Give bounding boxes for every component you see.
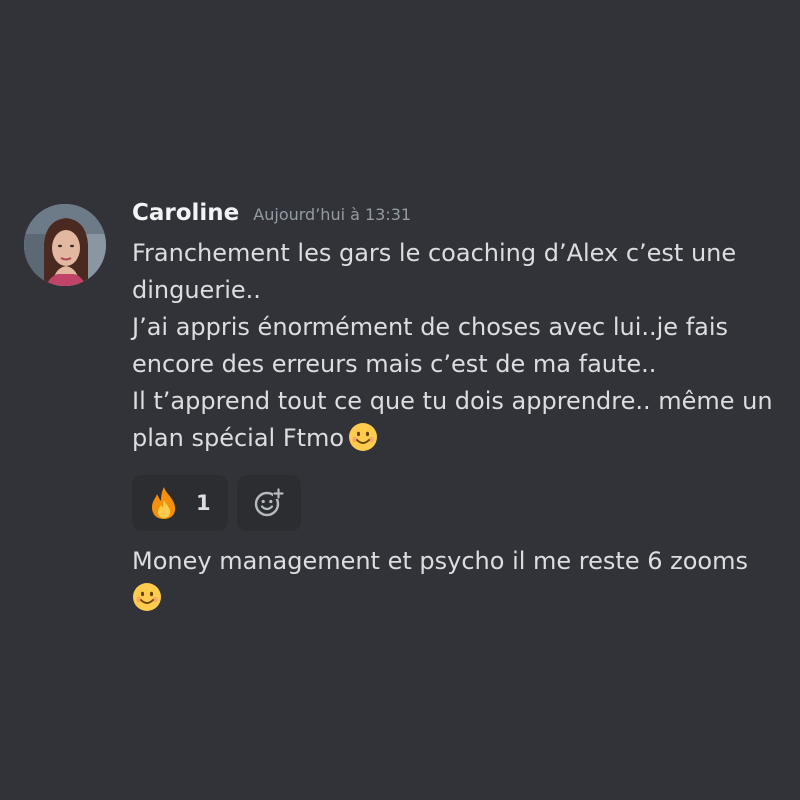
- username[interactable]: Caroline: [132, 200, 239, 226]
- add-reaction-button[interactable]: [237, 475, 301, 531]
- message-text: Franchement les gars le coaching d’Alex …: [132, 235, 784, 457]
- reactions-bar: 1: [132, 475, 784, 531]
- message-line: Money management et psycho il me reste 6…: [132, 547, 748, 575]
- message-emoji-line: [132, 580, 784, 617]
- smiling-face-emoji-icon: [133, 583, 161, 611]
- smiling-face-emoji-icon: [349, 423, 378, 451]
- message-line: Franchement les gars le coaching d’Alex …: [132, 239, 737, 267]
- message-line: Il t’apprend tout ce que tu dois apprend…: [132, 387, 773, 415]
- message-content: Caroline Aujourd’hui à 13:31 Franchement…: [132, 200, 784, 617]
- add-reaction-icon: [254, 488, 284, 517]
- fire-emoji-icon: [152, 487, 176, 519]
- message-header: Caroline Aujourd’hui à 13:31: [132, 200, 784, 234]
- message-line: plan spécial Ftmo: [132, 424, 345, 452]
- message-line: J’ai appris énormément de choses avec lu…: [132, 313, 729, 341]
- followup-message: Money management et psycho il me reste 6…: [132, 543, 784, 617]
- message-line: encore des erreurs mais c’est de ma faut…: [132, 350, 657, 378]
- avatar[interactable]: [24, 204, 106, 286]
- message-line: dinguerie..: [132, 276, 261, 304]
- reaction-count: 1: [196, 491, 211, 515]
- chat-page: Caroline Aujourd’hui à 13:31 Franchement…: [0, 0, 800, 800]
- timestamp: Aujourd’hui à 13:31: [253, 205, 412, 224]
- reaction-fire[interactable]: 1: [132, 475, 228, 531]
- avatar-image: [24, 204, 106, 286]
- message-last-line: plan spécial Ftmo: [132, 420, 784, 457]
